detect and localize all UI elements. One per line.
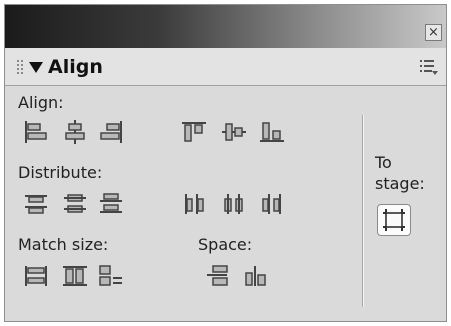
align-horizontal-center-button[interactable]	[61, 119, 89, 145]
align-right-edge-button[interactable]	[97, 119, 125, 145]
distribute-left-button[interactable]	[180, 191, 208, 217]
match-width-and-height-icon	[99, 265, 122, 286]
align-top-edge-icon	[182, 122, 206, 142]
distribute-right-icon	[262, 194, 281, 214]
space-evenly-vertically-icon	[207, 265, 228, 286]
align-left-edge-button[interactable]	[22, 119, 50, 145]
align-label: Align:	[18, 93, 64, 112]
align-vertical-center-button[interactable]	[220, 119, 248, 145]
options-menu-icon[interactable]	[420, 59, 438, 75]
space-evenly-vertically-button[interactable]	[204, 263, 232, 289]
match-width-and-height-button[interactable]	[97, 263, 125, 289]
panel-content: Align: Distribute: Match size: Space: To…	[5, 87, 446, 321]
distribute-vertical-center-icon	[64, 194, 86, 213]
section-divider	[362, 115, 363, 307]
panel-header[interactable]: Align	[5, 48, 446, 86]
align-top-edge-button[interactable]	[180, 119, 208, 145]
distribute-bottom-button[interactable]	[97, 191, 125, 217]
align-panel: × Align Align: Distribute: Match size: S…	[4, 4, 447, 322]
match-width-icon	[25, 266, 47, 286]
distribute-horizontal-center-button[interactable]	[220, 191, 248, 217]
distribute-left-icon	[185, 194, 204, 214]
space-label: Space:	[198, 235, 253, 254]
distribute-horizontal-center-icon	[224, 194, 243, 214]
distribute-top-icon	[25, 195, 47, 214]
match-height-icon	[63, 266, 87, 286]
to-stage-label-line1: To	[375, 153, 392, 172]
to-stage-toggle-button[interactable]	[377, 204, 411, 236]
close-button[interactable]: ×	[425, 24, 442, 41]
distribute-vertical-center-button[interactable]	[61, 191, 89, 217]
align-bottom-edge-icon	[260, 122, 284, 142]
match-size-label: Match size:	[18, 235, 109, 254]
to-stage-icon	[383, 209, 405, 231]
align-bottom-edge-button[interactable]	[258, 119, 286, 145]
distribute-right-button[interactable]	[258, 191, 286, 217]
panel-title: Align	[48, 56, 103, 78]
match-width-button[interactable]	[22, 263, 50, 289]
align-vertical-center-icon	[222, 123, 246, 141]
space-evenly-horizontally-icon	[245, 266, 266, 286]
grip-handle-icon[interactable]	[17, 60, 23, 74]
panel-titlebar[interactable]: ×	[5, 5, 446, 48]
align-right-edge-icon	[100, 121, 122, 143]
match-height-button[interactable]	[61, 263, 89, 289]
align-left-edge-icon	[25, 121, 47, 143]
distribute-top-button[interactable]	[22, 191, 50, 217]
collapse-triangle-icon[interactable]	[29, 62, 43, 73]
space-evenly-horizontally-button[interactable]	[242, 263, 270, 289]
to-stage-label-line2: stage:	[375, 174, 425, 193]
distribute-label: Distribute:	[18, 163, 103, 182]
align-horizontal-center-icon	[65, 120, 85, 144]
distribute-bottom-icon	[100, 193, 122, 213]
